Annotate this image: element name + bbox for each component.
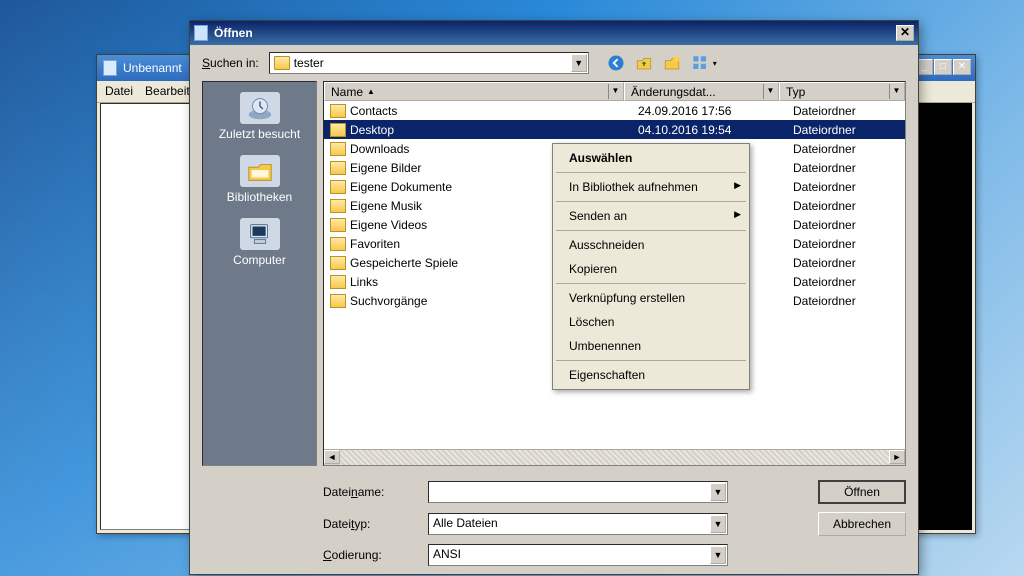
folder-icon bbox=[330, 218, 346, 232]
filename-label: Dateiname: bbox=[323, 485, 418, 499]
search-in-label: SSuchen in:uchen in: bbox=[202, 56, 259, 70]
file-type: Dateiordner bbox=[793, 199, 905, 213]
folder-icon bbox=[330, 275, 346, 289]
notepad-title-text: Unbenannt bbox=[123, 61, 182, 75]
file-type: Dateiordner bbox=[793, 218, 905, 232]
filename-dropdown-button[interactable]: ▼ bbox=[710, 483, 726, 501]
dialog-title-text: Öffnen bbox=[214, 26, 253, 40]
places-computer-label: Computer bbox=[203, 253, 316, 267]
folder-icon bbox=[330, 294, 346, 308]
dialog-titlebar[interactable]: Öffnen ✕ bbox=[190, 21, 918, 45]
encoding-dropdown[interactable]: ANSI▼ bbox=[428, 544, 728, 566]
file-type: Dateiordner bbox=[793, 104, 905, 118]
file-date: 04.10.2016 19:54 bbox=[638, 123, 793, 137]
scroll-track[interactable] bbox=[340, 450, 889, 465]
folder-icon bbox=[330, 142, 346, 156]
ctx-copy[interactable]: Kopieren bbox=[555, 257, 747, 281]
ctx-shortcut[interactable]: Verknüpfung erstellen bbox=[555, 286, 747, 310]
cancel-button[interactable]: Abbrechen bbox=[818, 512, 906, 536]
column-name-filter[interactable]: ▼ bbox=[608, 84, 622, 99]
folder-icon bbox=[330, 161, 346, 175]
search-in-dropdown[interactable]: tester ▼ bbox=[269, 52, 589, 74]
file-type: Dateiordner bbox=[793, 123, 905, 137]
file-type: Dateiordner bbox=[793, 180, 905, 194]
up-one-level-button[interactable] bbox=[633, 52, 655, 74]
ctx-include-library[interactable]: In Bibliothek aufnehmen▶ bbox=[555, 175, 747, 199]
file-type: Dateiordner bbox=[793, 294, 905, 308]
filename-input[interactable]: ▼ bbox=[428, 481, 728, 503]
menu-file[interactable]: Datei bbox=[105, 84, 133, 99]
filetype-label: Dateityp: bbox=[323, 517, 418, 531]
column-date-filter[interactable]: ▼ bbox=[763, 84, 777, 99]
search-in-value: tester bbox=[294, 56, 324, 70]
encoding-dropdown-button[interactable]: ▼ bbox=[710, 546, 726, 564]
file-row[interactable]: Contacts24.09.2016 17:56Dateiordner bbox=[324, 101, 905, 120]
folder-icon bbox=[330, 180, 346, 194]
file-row[interactable]: Desktop04.10.2016 19:54Dateiordner bbox=[324, 120, 905, 139]
places-recent-label: Zuletzt besucht bbox=[203, 127, 316, 141]
places-computer[interactable]: Computer bbox=[203, 218, 316, 267]
file-name: Contacts bbox=[350, 104, 638, 118]
folder-icon bbox=[330, 199, 346, 213]
dropdown-button[interactable]: ▼ bbox=[571, 54, 587, 72]
view-menu-button[interactable] bbox=[689, 52, 719, 74]
folder-icon bbox=[330, 256, 346, 270]
ctx-select[interactable]: Auswählen bbox=[555, 146, 747, 170]
scroll-right-button[interactable]: ► bbox=[889, 450, 905, 464]
new-folder-button[interactable] bbox=[661, 52, 683, 74]
file-type: Dateiordner bbox=[793, 237, 905, 251]
filetype-dropdown[interactable]: Alle Dateien▼ bbox=[428, 513, 728, 535]
context-menu: Auswählen In Bibliothek aufnehmen▶ Sende… bbox=[552, 143, 750, 390]
scroll-left-button[interactable]: ◄ bbox=[324, 450, 340, 464]
ctx-send-to[interactable]: Senden an▶ bbox=[555, 204, 747, 228]
close-button[interactable]: ✕ bbox=[953, 59, 971, 75]
folder-icon bbox=[330, 123, 346, 137]
places-recent[interactable]: Zuletzt besucht bbox=[203, 92, 316, 141]
dialog-close-button[interactable]: ✕ bbox=[896, 25, 914, 41]
dialog-icon bbox=[194, 25, 208, 41]
file-date: 24.09.2016 17:56 bbox=[638, 104, 793, 118]
ctx-rename[interactable]: Umbenennen bbox=[555, 334, 747, 358]
notepad-icon bbox=[103, 60, 117, 76]
ctx-properties[interactable]: Eigenschaften bbox=[555, 363, 747, 387]
encoding-label: Codierung: bbox=[323, 548, 418, 562]
places-bar: Zuletzt besucht Bibliotheken Computer bbox=[202, 81, 317, 466]
horizontal-scrollbar[interactable]: ◄ ► bbox=[324, 449, 905, 465]
maximize-button[interactable]: □ bbox=[934, 59, 952, 75]
column-name[interactable]: Name▲▼ bbox=[324, 82, 624, 101]
ctx-delete[interactable]: Löschen bbox=[555, 310, 747, 334]
file-name: Desktop bbox=[350, 123, 638, 137]
column-date[interactable]: Änderungsdat...▼ bbox=[624, 82, 779, 101]
back-button[interactable] bbox=[605, 52, 627, 74]
folder-icon bbox=[274, 56, 290, 70]
places-libraries-label: Bibliotheken bbox=[203, 190, 316, 204]
file-type: Dateiordner bbox=[793, 275, 905, 289]
open-button[interactable]: Öffnen bbox=[818, 480, 906, 504]
file-type: Dateiordner bbox=[793, 161, 905, 175]
column-type[interactable]: Typ▼ bbox=[779, 82, 905, 101]
ctx-cut[interactable]: Ausschneiden bbox=[555, 233, 747, 257]
column-type-filter[interactable]: ▼ bbox=[889, 84, 903, 99]
folder-icon bbox=[330, 104, 346, 118]
file-type: Dateiordner bbox=[793, 142, 905, 156]
file-type: Dateiordner bbox=[793, 256, 905, 270]
folder-icon bbox=[330, 237, 346, 251]
places-libraries[interactable]: Bibliotheken bbox=[203, 155, 316, 204]
filetype-dropdown-button[interactable]: ▼ bbox=[710, 515, 726, 533]
